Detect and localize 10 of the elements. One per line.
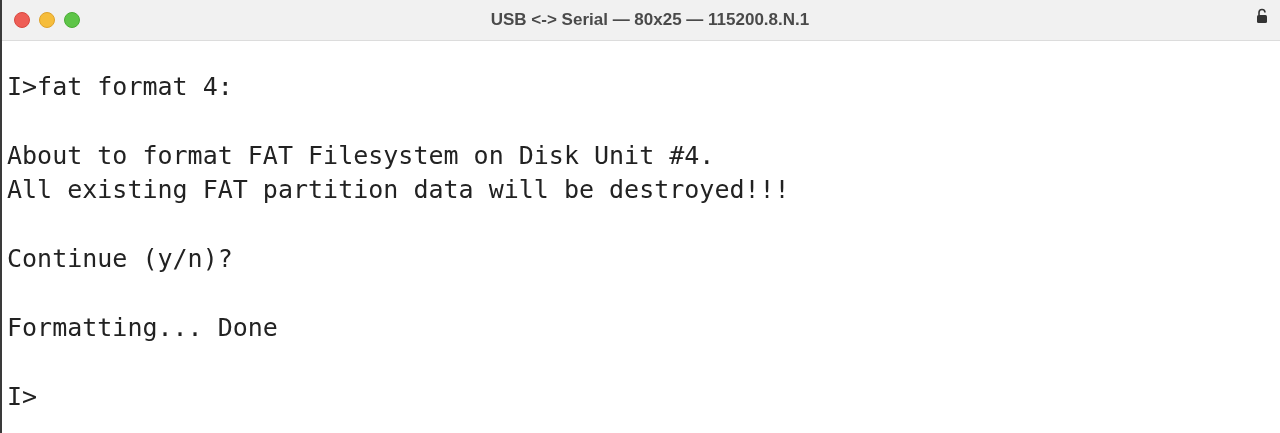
close-button[interactable] xyxy=(14,12,30,28)
terminal-line: Formatting... Done xyxy=(7,312,278,344)
minimize-button[interactable] xyxy=(39,12,55,28)
terminal-line: I> xyxy=(7,381,38,413)
terminal-line: Continue (y/n)? xyxy=(7,243,233,275)
terminal-line: I>fat format 4: xyxy=(7,70,233,103)
zoom-button[interactable] xyxy=(64,12,80,28)
terminal-line: All existing FAT partition data will be destroyed!!! xyxy=(7,174,790,206)
terminal-line: About to format FAT Filesystem on Disk Unit #4. xyxy=(7,139,715,172)
window-title: USB <-> Serial — 80x25 — 115200.8.N.1 xyxy=(489,10,811,30)
